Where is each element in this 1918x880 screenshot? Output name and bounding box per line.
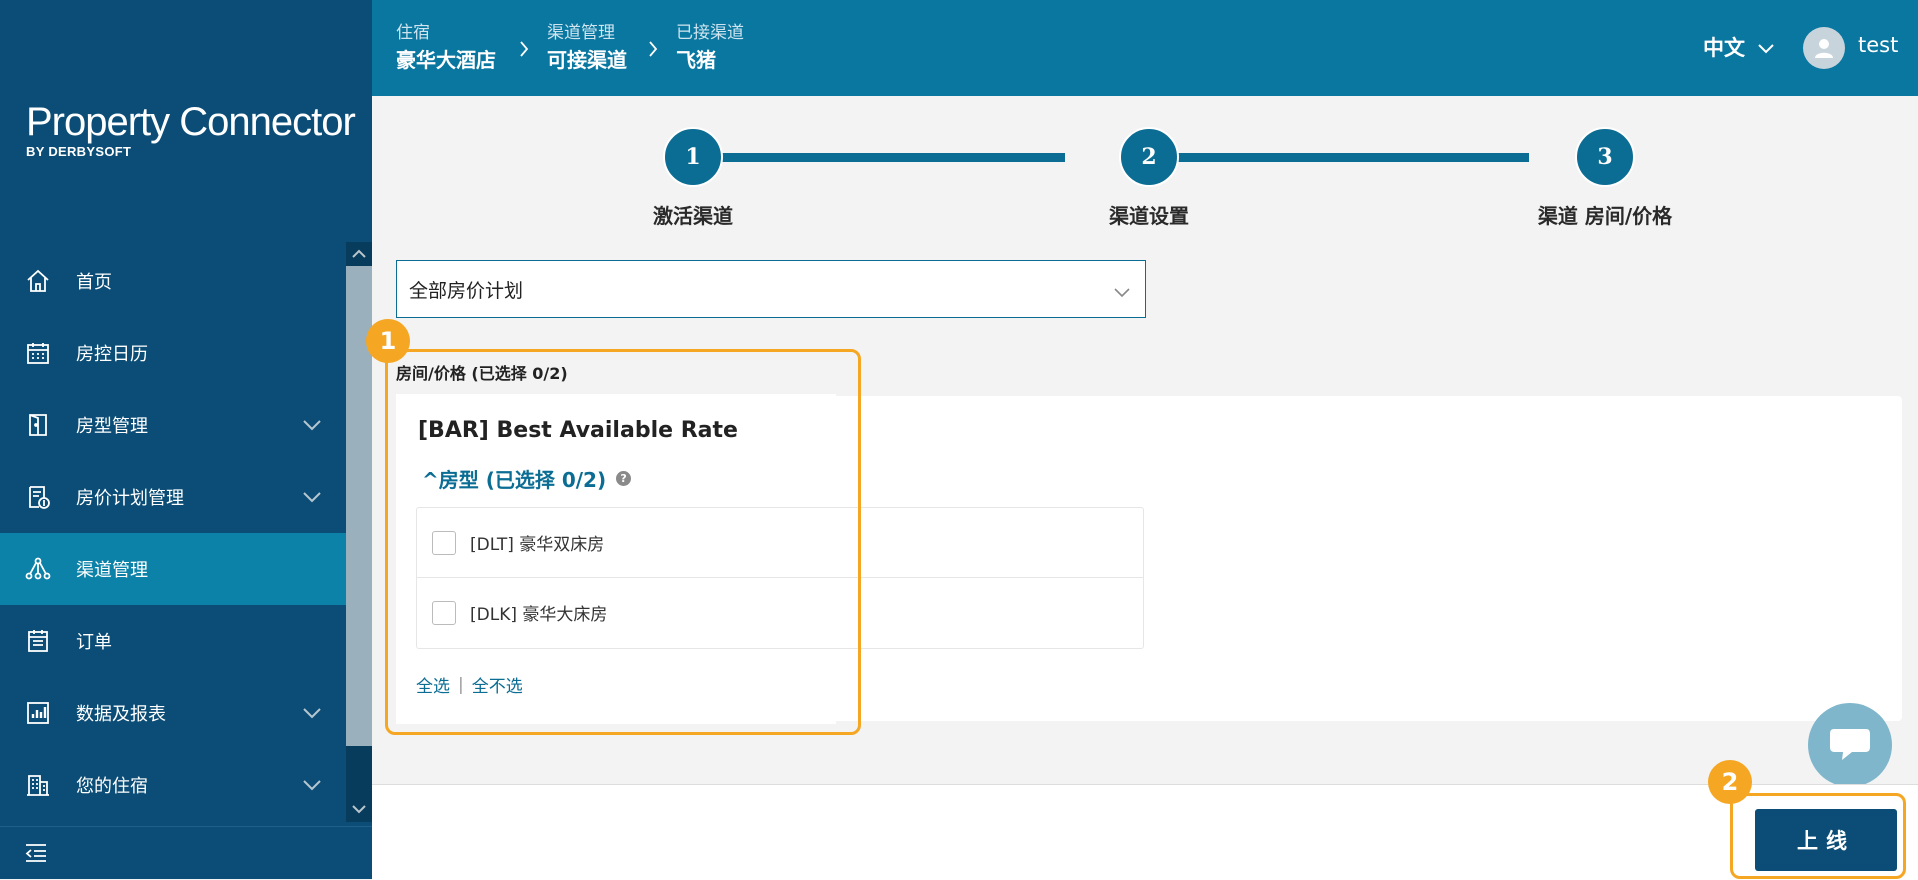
building-icon (24, 771, 52, 799)
breadcrumb-caption: 渠道管理 (547, 23, 615, 43)
sidebar-item-label: 房型管理 (76, 416, 148, 437)
calendar-icon (24, 339, 52, 367)
top-header: 住宿 豪华大酒店 渠道管理 可接渠道 已接渠道 飞猪 中文 test (372, 0, 1918, 96)
sidebar-item-calendar[interactable]: 房控日历 (0, 317, 346, 389)
username[interactable]: test (1858, 33, 1898, 57)
step-3-circle[interactable]: 3 (1575, 127, 1635, 187)
user-icon (1815, 39, 1833, 58)
sidebar-item-reports[interactable]: 数据及报表 (0, 677, 346, 749)
sidebar-item-channels[interactable]: 渠道管理 (0, 533, 346, 605)
sidebar: Property Connector BY DERBYSOFT 首页 房控日历 … (0, 0, 372, 879)
sidebar-item-label: 订单 (76, 632, 112, 653)
avatar[interactable] (1803, 27, 1845, 69)
collapse-menu-icon[interactable] (24, 843, 48, 867)
annotation-badge-2: 2 (1708, 760, 1752, 804)
language-label: 中文 (1703, 36, 1745, 60)
chevron-down-icon (1113, 281, 1131, 303)
door-icon (24, 411, 52, 439)
chevron-down-icon (302, 703, 322, 724)
channel-icon (24, 555, 52, 583)
sidebar-item-label: 您的住宿 (76, 776, 148, 797)
step-1-circle[interactable]: 1 (663, 127, 723, 187)
chevron-right-icon (648, 40, 658, 62)
chevron-down-icon (1757, 35, 1775, 59)
language-selector[interactable]: 中文 (1703, 32, 1775, 62)
breadcrumb-channel-management[interactable]: 渠道管理 可接渠道 (547, 20, 627, 74)
step-2-label: 渠道设置 (1109, 204, 1189, 228)
order-icon (24, 627, 52, 655)
sidebar-item-label: 首页 (76, 272, 112, 293)
rate-plan-icon (24, 483, 52, 511)
breadcrumb-caption: 已接渠道 (676, 23, 744, 43)
page-footer (372, 784, 1918, 880)
sidebar-item-home[interactable]: 首页 (0, 245, 346, 317)
sidebar-item-room-types[interactable]: 房型管理 (0, 389, 346, 461)
app-logo[interactable]: Property Connector BY DERBYSOFT (26, 100, 356, 159)
report-icon (24, 699, 52, 727)
sidebar-item-label: 房价计划管理 (76, 488, 184, 509)
scroll-up-icon[interactable] (346, 242, 372, 264)
scroll-down-icon[interactable] (346, 798, 372, 820)
breadcrumb-property[interactable]: 住宿 豪华大酒店 (396, 20, 496, 74)
chat-bubble-icon (1830, 729, 1870, 760)
sidebar-item-label: 渠道管理 (76, 560, 148, 581)
chevron-right-icon (519, 40, 529, 62)
breadcrumb-title: 可接渠道 (547, 48, 627, 72)
breadcrumb-caption: 住宿 (396, 23, 430, 43)
main-content: 1 2 3 激活渠道 渠道设置 渠道 房间/价格 全部房价计划 房间/价格 (已… (366, 96, 1918, 784)
step-3-label: 渠道 房间/价格 (1537, 204, 1673, 228)
stepper-line (1149, 153, 1529, 162)
sidebar-nav: 首页 房控日历 房型管理 房价计划管理 渠道管理 订单 数据及报表 您的住宿 (0, 245, 346, 821)
sidebar-item-property[interactable]: 您的住宿 (0, 749, 346, 821)
chevron-down-icon (302, 487, 322, 508)
logo-title: Property Connector (26, 100, 356, 144)
rate-plan-select[interactable]: 全部房价计划 (396, 260, 1146, 318)
chevron-down-icon (302, 775, 322, 796)
logo-subtitle: BY DERBYSOFT (26, 144, 132, 159)
sidebar-item-label: 数据及报表 (76, 704, 166, 725)
chevron-down-icon (302, 415, 322, 436)
sidebar-item-label: 房控日历 (76, 344, 148, 365)
chat-button[interactable] (1808, 703, 1892, 787)
sidebar-item-orders[interactable]: 订单 (0, 605, 346, 677)
rate-plan-select-value: 全部房价计划 (409, 279, 524, 302)
publish-button[interactable]: 上线 (1755, 809, 1897, 871)
sidebar-item-rate-plans[interactable]: 房价计划管理 (0, 461, 346, 533)
annotation-badge-1: 1 (366, 319, 410, 363)
breadcrumb-connected-channel[interactable]: 已接渠道 飞猪 (676, 20, 744, 74)
highlight-box-1 (385, 349, 861, 735)
sidebar-footer (0, 826, 372, 880)
stepper-line (693, 153, 1065, 162)
breadcrumb-title: 豪华大酒店 (396, 48, 496, 72)
step-2-circle[interactable]: 2 (1119, 127, 1179, 187)
step-1-label: 激活渠道 (653, 204, 733, 228)
home-icon (24, 267, 52, 295)
breadcrumb-title: 飞猪 (676, 48, 716, 72)
